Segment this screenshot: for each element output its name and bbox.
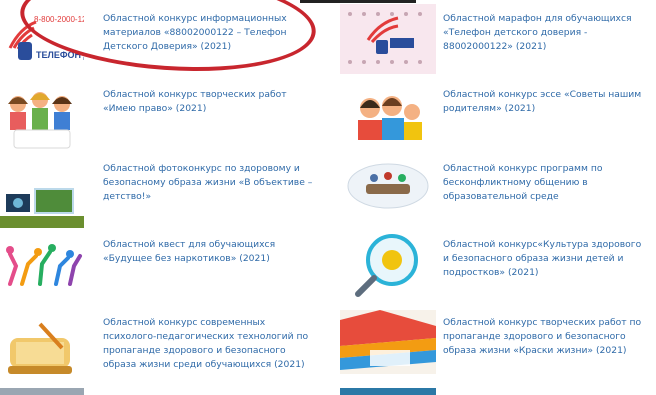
- contest-title[interactable]: Областной конкурс творческих работ «Имею…: [103, 88, 313, 116]
- contest-title[interactable]: Областной конкурс«Культура здорового и б…: [443, 238, 648, 280]
- thumb-brand-text: ТЕЛЕФОН ДОВЕРИЯ: [36, 50, 84, 60]
- meeting-thumb: [340, 160, 436, 212]
- photo-contest-thumb: [0, 160, 84, 228]
- children-illustration-thumb: [0, 86, 84, 154]
- magnifier-thumb: [340, 228, 436, 300]
- paints-thumb: [340, 310, 436, 374]
- family-thumb: [340, 84, 436, 150]
- contest-title[interactable]: Областной квест для обучающихся «Будущее…: [103, 238, 313, 266]
- contest-title[interactable]: Областной конкурс информационных материа…: [103, 12, 313, 54]
- contest-title[interactable]: Областной марафон для обучающихся «Телеф…: [443, 12, 648, 54]
- contest-title[interactable]: Областной конкурс программ по бесконфлик…: [443, 162, 648, 204]
- dancing-kids-thumb: [0, 236, 84, 294]
- child-helpline-logo-thumb: 8-800-2000-122 ТЕЛЕФОН ДОВЕРИЯ: [0, 8, 84, 72]
- top-divider: [300, 0, 416, 3]
- contest-title[interactable]: Областной конкурс современных психолого-…: [103, 316, 313, 372]
- contest-title[interactable]: Областной фотоконкурс по здоровому и без…: [103, 162, 313, 204]
- marathon-poster-thumb: [340, 4, 436, 74]
- contest-title[interactable]: Областной конкурс эссе «Советы нашим род…: [443, 88, 648, 116]
- scroll-feather-thumb: [0, 318, 84, 380]
- cutoff-thumb: [0, 388, 84, 395]
- contest-title[interactable]: Областной конкурс творческих работ по пр…: [443, 316, 648, 358]
- cutoff-thumb: [340, 388, 436, 395]
- thumb-number-text: 8-800-2000-122: [34, 15, 84, 24]
